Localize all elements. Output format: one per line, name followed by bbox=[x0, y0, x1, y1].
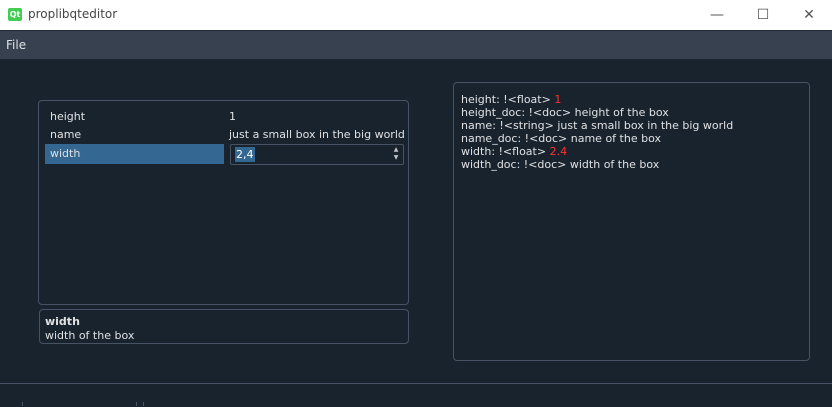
menu-file[interactable]: File bbox=[6, 38, 26, 52]
yaml-line: height: !<float> 1 bbox=[461, 93, 562, 106]
property-key: height bbox=[50, 110, 86, 123]
property-row-width[interactable]: width 2,4 ▲ ▼ bbox=[45, 144, 404, 165]
maximize-icon[interactable]: ☐ bbox=[740, 0, 786, 30]
property-value[interactable]: 1 bbox=[229, 107, 236, 127]
yaml-line: name: !<string> just a small box in the … bbox=[461, 119, 734, 132]
spinbox-value[interactable]: 2,4 bbox=[235, 147, 255, 162]
close-icon[interactable]: ✕ bbox=[786, 0, 832, 30]
width-spinbox[interactable]: 2,4 ▲ ▼ bbox=[230, 144, 404, 165]
doc-panel: width width of the box bbox=[39, 309, 409, 344]
status-divider bbox=[143, 402, 144, 406]
yaml-number: 2.4 bbox=[549, 145, 568, 158]
status-divider bbox=[136, 402, 137, 406]
yaml-line: height_doc: !<doc> height of the box bbox=[461, 106, 669, 119]
property-value[interactable]: just a small box in the big world bbox=[229, 125, 405, 145]
minimize-icon[interactable]: — bbox=[694, 0, 740, 30]
property-row-height[interactable]: height 1 bbox=[45, 107, 403, 127]
property-table: height 1 name just a small box in the bi… bbox=[38, 100, 409, 305]
property-row-name[interactable]: name just a small box in the big world bbox=[45, 125, 405, 145]
qt-logo-icon: Qt bbox=[8, 8, 22, 21]
yaml-output[interactable]: height: !<float> 1 height_doc: !<doc> he… bbox=[453, 82, 810, 361]
title-bar: Qt proplibqteditor — ☐ ✕ bbox=[0, 0, 832, 30]
doc-text: width of the box bbox=[45, 329, 135, 342]
property-key: width bbox=[50, 147, 81, 160]
property-key: name bbox=[50, 128, 82, 141]
status-bar bbox=[0, 383, 832, 407]
spin-down-icon[interactable]: ▼ bbox=[391, 154, 401, 162]
status-divider bbox=[22, 402, 23, 406]
yaml-line: width: !<float> 2.4 bbox=[461, 145, 568, 158]
menu-bar: File bbox=[0, 30, 832, 59]
window-title: proplibqteditor bbox=[28, 7, 118, 21]
yaml-line: name_doc: !<doc> name of the box bbox=[461, 132, 661, 145]
doc-title: width bbox=[45, 315, 80, 328]
yaml-line: width_doc: !<doc> width of the box bbox=[461, 158, 660, 171]
spin-up-icon[interactable]: ▲ bbox=[391, 146, 401, 154]
yaml-number: 1 bbox=[554, 93, 562, 106]
